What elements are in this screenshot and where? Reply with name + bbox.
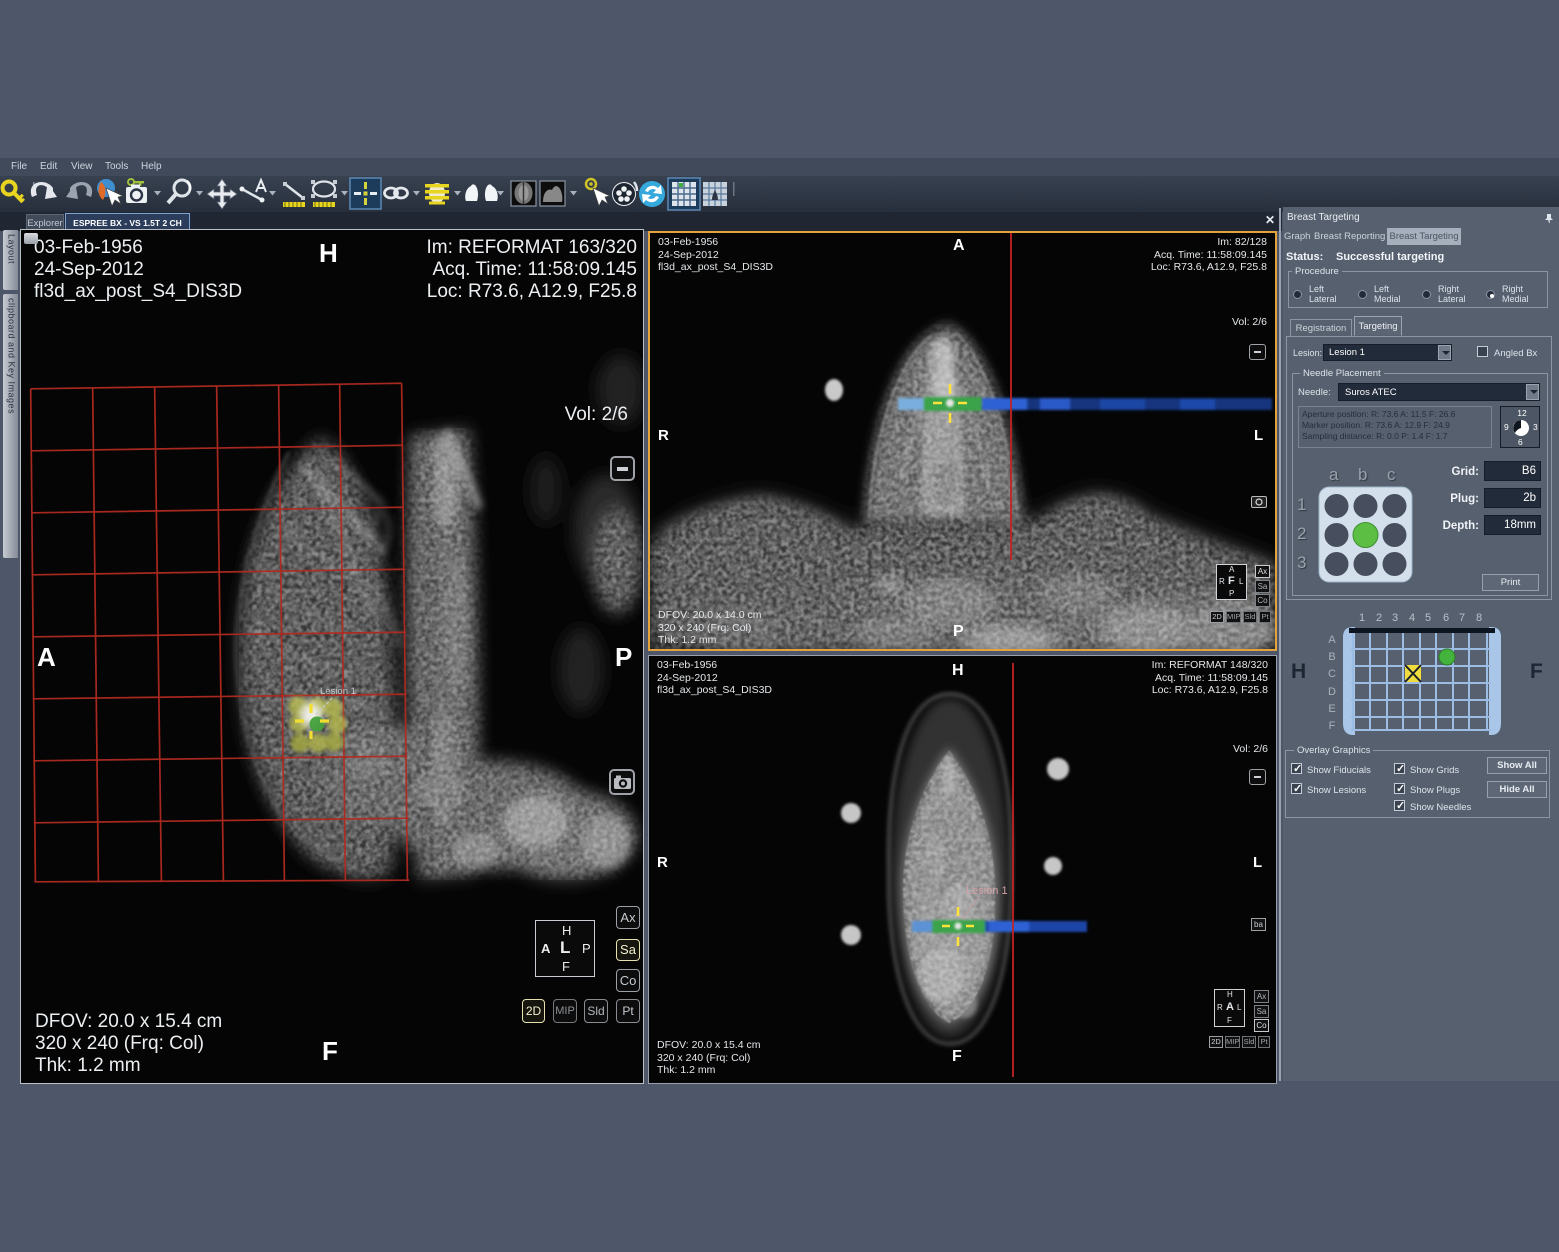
svg-text:Lesion 1: Lesion 1 bbox=[320, 686, 356, 697]
svg-text:Lesion 1: Lesion 1 bbox=[966, 885, 1008, 897]
